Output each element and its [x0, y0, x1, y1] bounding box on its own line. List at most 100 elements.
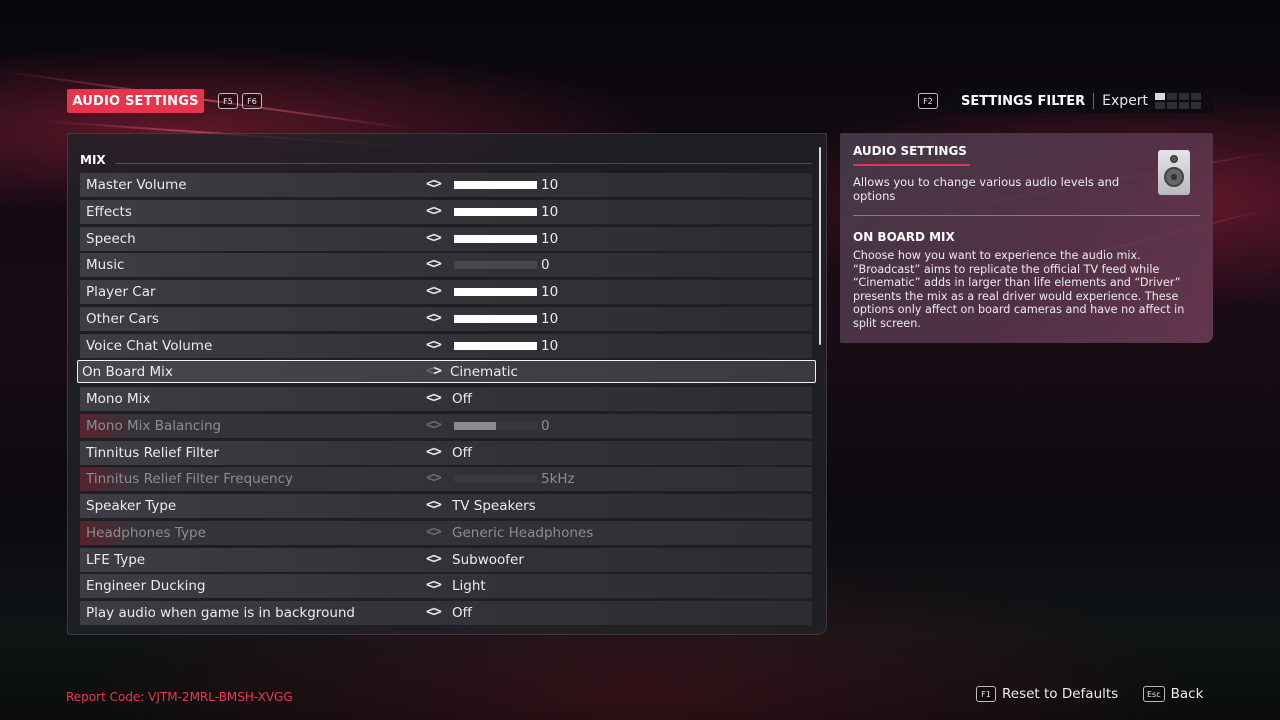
reset-key: F1 — [976, 686, 996, 702]
setting-row[interactable]: Speaker Type <> TV Speakers — [80, 494, 812, 518]
setting-row[interactable]: Speech <> 10 — [80, 226, 812, 251]
section-title: MIX — [80, 153, 106, 167]
setting-row[interactable]: Player Car <> 10 — [80, 280, 812, 304]
filter-separator — [1093, 93, 1095, 109]
setting-value: 10 — [541, 177, 559, 193]
setting-value: Off — [452, 605, 472, 621]
left-right-arrows-icon[interactable]: <> — [426, 390, 442, 406]
slider-fill — [454, 341, 537, 350]
setting-row[interactable]: Master Volume <> 10 — [80, 173, 812, 197]
left-right-arrows-icon[interactable]: <> — [426, 604, 442, 620]
setting-row: Headphones Type <> Generic Headphones — [80, 520, 812, 545]
reset-to-defaults-button[interactable]: F1 Reset to Defaults — [976, 686, 1118, 702]
back-button[interactable]: Esc Back — [1143, 686, 1203, 702]
speaker-icon — [1158, 150, 1190, 195]
back-key: Esc — [1143, 686, 1165, 702]
setting-name: Headphones Type — [86, 524, 206, 541]
slider-bar[interactable] — [454, 234, 537, 243]
left-right-arrows-icon: <> — [426, 416, 442, 433]
slider-bar[interactable] — [454, 181, 537, 189]
setting-row[interactable]: Engineer Ducking <> Light — [80, 574, 812, 599]
left-right-arrows-icon[interactable]: <> — [426, 283, 442, 299]
left-right-arrows-icon[interactable]: <> — [426, 310, 442, 326]
setting-row[interactable]: Tinnitus Relief Filter <> Off — [80, 440, 812, 465]
slider-bar — [454, 421, 537, 430]
left-right-arrows-icon[interactable]: <> — [426, 176, 442, 192]
slider-fill — [454, 234, 537, 243]
setting-value: 10 — [541, 230, 559, 247]
scrollbar[interactable] — [819, 147, 821, 345]
setting-row: Mono Mix Balancing <> 0 — [80, 413, 812, 438]
setting-name: Tinnitus Relief Filter Frequency — [86, 471, 294, 488]
info-panel: AUDIO SETTINGS Allows you to change vari… — [840, 133, 1213, 343]
setting-row[interactable]: LFE Type <> Subwoofer — [80, 547, 812, 572]
left-right-arrows-icon[interactable]: <> — [426, 337, 442, 353]
slider-fill — [454, 288, 537, 296]
setting-row[interactable]: On Board Mix <> Cinematic — [77, 360, 816, 384]
slider-bar[interactable] — [454, 314, 537, 323]
slider-bar[interactable] — [454, 261, 537, 270]
left-right-arrows-icon[interactable]: <> — [426, 230, 442, 246]
info-item-title: ON BOARD MIX — [853, 230, 955, 244]
left-right-arrows-icon[interactable]: <> — [426, 256, 442, 272]
setting-value: 5kHz — [541, 471, 575, 488]
info-description: Allows you to change various audio level… — [853, 175, 1120, 203]
settings-filter-key[interactable]: F2 — [918, 93, 938, 109]
setting-row[interactable]: Music <> 0 — [80, 253, 812, 278]
settings-filter-label: SETTINGS FILTER — [961, 93, 1086, 109]
left-right-arrows-icon[interactable]: <> — [426, 444, 442, 460]
setting-name: Master Volume — [86, 177, 187, 193]
setting-row[interactable]: Mono Mix <> Off — [80, 387, 812, 411]
setting-name: LFE Type — [86, 551, 146, 568]
slider-fill — [454, 207, 537, 216]
setting-row[interactable]: Voice Chat Volume <> 10 — [80, 333, 812, 358]
slider-bar[interactable] — [454, 288, 537, 296]
tab-audio-settings[interactable]: AUDIO SETTINGS — [67, 89, 204, 113]
setting-value: Cinematic — [450, 364, 518, 381]
setting-value: 10 — [541, 203, 559, 220]
setting-value: 0 — [541, 257, 550, 274]
filter-level-icon — [1155, 93, 1203, 109]
setting-name: Speaker Type — [86, 498, 177, 514]
left-right-arrows-icon[interactable]: <> — [426, 203, 442, 219]
left-right-arrows-icon[interactable]: <> — [426, 551, 442, 567]
setting-name: On Board Mix — [82, 364, 173, 381]
slider-bar[interactable] — [454, 207, 537, 216]
setting-name: Speech — [86, 230, 136, 247]
setting-value: Subwoofer — [452, 551, 524, 568]
setting-name: Mono Mix — [86, 391, 151, 407]
slider-bar[interactable] — [454, 341, 537, 350]
info-item-description: Choose how you want to experience the au… — [853, 249, 1185, 330]
left-right-arrows-icon: <> — [426, 523, 442, 540]
setting-value: Light — [452, 578, 486, 595]
slider-fill — [454, 314, 537, 323]
setting-name: Player Car — [86, 284, 156, 300]
setting-name: Voice Chat Volume — [86, 337, 213, 354]
setting-name: Effects — [86, 203, 132, 220]
setting-value: 10 — [541, 337, 559, 354]
next-tab-key[interactable]: F6 — [242, 93, 262, 109]
back-label: Back — [1170, 686, 1204, 702]
info-title: AUDIO SETTINGS — [853, 144, 967, 158]
setting-row[interactable]: Other Cars <> 10 — [80, 306, 812, 331]
setting-name: Tinnitus Relief Filter — [86, 444, 219, 461]
setting-name: Play audio when game is in background — [86, 605, 356, 621]
setting-name: Other Cars — [86, 310, 159, 327]
left-right-arrows-icon: <> — [426, 470, 442, 487]
setting-value: 10 — [541, 310, 559, 327]
left-right-arrows-icon[interactable]: <> — [426, 497, 442, 513]
setting-row[interactable]: Effects <> 10 — [80, 199, 812, 224]
slider-fill — [454, 181, 537, 189]
info-divider — [853, 215, 1200, 216]
setting-name: Mono Mix Balancing — [86, 417, 222, 434]
left-right-arrows-icon[interactable]: <> — [426, 577, 442, 593]
prev-tab-key[interactable]: F5 — [218, 93, 238, 109]
setting-value: Generic Headphones — [452, 524, 594, 541]
setting-value: Off — [452, 444, 472, 461]
left-right-arrows-icon[interactable]: <> — [426, 363, 442, 379]
setting-row[interactable]: Play audio when game is in background <> O… — [80, 601, 812, 625]
setting-row: Tinnitus Relief Filter Frequency <> 5kHz — [80, 467, 812, 492]
settings-filter[interactable]: SETTINGS FILTER Expert — [951, 89, 1213, 113]
settings-filter-value: Expert — [1102, 93, 1149, 109]
slider-bar — [454, 475, 537, 484]
